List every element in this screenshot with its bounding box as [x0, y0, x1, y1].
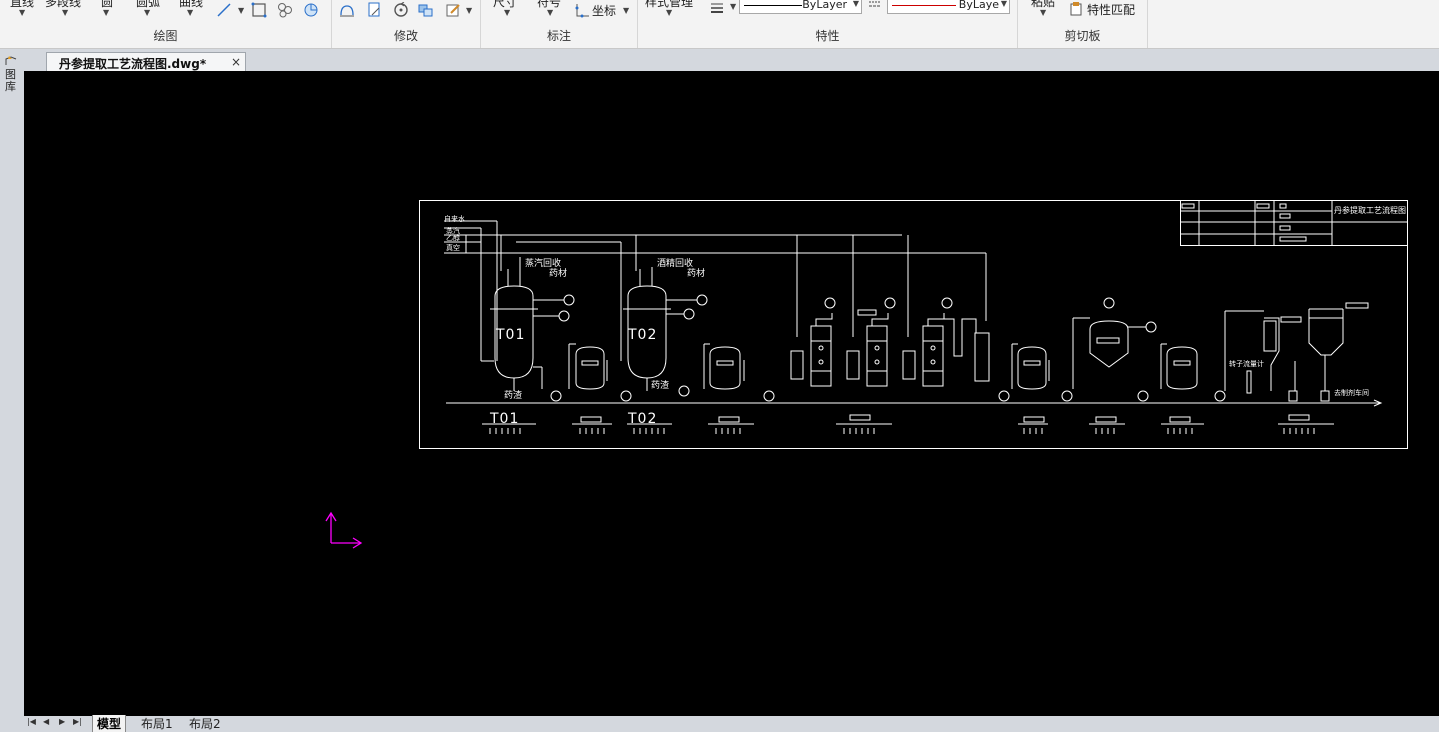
- clipboard-panel-title: 剪切板: [1064, 29, 1101, 43]
- coordinate-dropdown-icon[interactable]: ▼: [623, 6, 629, 15]
- draw-panel: 直线 ▼ 多段线 ▼ 圆 ▼ 圆弧 ▼ 曲线 ▼ ▼ 绘图: [0, 0, 332, 48]
- layout-tab-2[interactable]: 布局2: [189, 715, 221, 732]
- linetype-dropdown-icon: ▼: [852, 0, 859, 8]
- modify-panel: ▼ 修改: [332, 0, 481, 48]
- properties-panel: 样式管理 ▼ ▼ ByLayer ▼ ByLaye ▼ 特性: [638, 0, 1018, 48]
- lineweight-icon[interactable]: [709, 0, 725, 16]
- match-properties-icon[interactable]: [1068, 1, 1084, 17]
- match-properties-button[interactable]: 特性匹配: [1087, 1, 1135, 18]
- steam-recovery-label: 蒸汽回收: [525, 257, 561, 269]
- evaporator-1[interactable]: [790, 297, 836, 387]
- receiver-tank-4[interactable]: [1160, 343, 1198, 390]
- document-tab-title: 丹参提取工艺流程图.dwg*: [59, 57, 207, 71]
- modify-panel-title: 修改: [393, 29, 418, 43]
- color-select[interactable]: ByLaye ▼: [887, 0, 1010, 14]
- color-preview: [892, 5, 956, 6]
- circle-dropdown-icon[interactable]: ▼: [103, 8, 109, 17]
- receiver-tank-1[interactable]: [568, 343, 608, 390]
- ribbon: 直线 ▼ 多段线 ▼ 圆 ▼ 圆弧 ▼ 曲线 ▼ ▼ 绘图 ▼ 修改 尺寸 ▼ …: [0, 0, 1439, 49]
- herb-label-2: 药材: [687, 267, 705, 279]
- drawing: 丹参提取工艺流程图 自来水 蒸汽 乙醇 真空 T01 T02 T01 T02 蒸…: [325, 200, 1408, 549]
- properties-panel-title: 特性: [815, 29, 840, 43]
- style-manager-dropdown-icon[interactable]: ▼: [666, 8, 672, 17]
- rotate-icon[interactable]: [393, 2, 409, 18]
- side-panel: 图库: [0, 49, 24, 716]
- hatch-icon[interactable]: [277, 2, 293, 18]
- clipboard-panel: 粘贴 ▼ 特性匹配 剪切板: [1018, 0, 1148, 48]
- color-value: ByLaye: [958, 0, 999, 11]
- spray-dryer[interactable]: [1224, 302, 1369, 402]
- linetype-icon[interactable]: [867, 0, 883, 13]
- linetype-preview: [744, 5, 802, 6]
- edit-dropdown-icon[interactable]: ▼: [466, 6, 472, 15]
- foundations: [482, 414, 1334, 434]
- construction-line-dropdown-icon[interactable]: ▼: [238, 6, 244, 15]
- ucs-icon: [325, 511, 363, 549]
- receiver-tank-3[interactable]: [1011, 343, 1050, 390]
- residue-label-2: 药渣: [651, 379, 669, 391]
- drawing-canvas[interactable]: 丹参提取工艺流程图 自来水 蒸汽 乙醇 真空 T01 T02 T01 T02 蒸…: [24, 71, 1439, 716]
- utility-ethanol: 乙醇: [446, 233, 460, 242]
- line-dropdown-icon[interactable]: ▼: [19, 8, 25, 17]
- prev-layout-icon[interactable]: ◀: [43, 717, 49, 726]
- arc-dropdown-icon[interactable]: ▼: [144, 8, 150, 17]
- curve-dropdown-icon[interactable]: ▼: [187, 8, 193, 17]
- rectangle-icon[interactable]: [251, 2, 267, 18]
- coordinate-icon[interactable]: [574, 2, 590, 18]
- library-label[interactable]: 图库: [5, 69, 17, 93]
- next-layout-icon[interactable]: ▶: [59, 717, 65, 726]
- draw-panel-title: 绘图: [153, 29, 178, 43]
- title-block-title: 丹参提取工艺流程图: [1334, 205, 1406, 215]
- offset-icon[interactable]: [339, 2, 355, 18]
- evaporator-2[interactable]: [846, 297, 896, 387]
- layout-tab-bar: |◀ ◀ ▶ ▶| 模型 布局1 布局2: [0, 715, 1439, 732]
- last-layout-icon[interactable]: ▶|: [73, 717, 82, 726]
- first-layout-icon[interactable]: |◀: [27, 717, 36, 726]
- paste-dropdown-icon[interactable]: ▼: [1040, 8, 1046, 17]
- construction-line-icon[interactable]: [216, 2, 232, 18]
- library-icon[interactable]: [4, 55, 18, 69]
- polyline-dropdown-icon[interactable]: ▼: [62, 8, 68, 17]
- evaporator-3[interactable]: [902, 297, 977, 387]
- tank-t01-tag: T01: [489, 411, 519, 427]
- tank-t01-label: T01: [495, 327, 525, 343]
- layout-tab-model[interactable]: 模型: [92, 715, 127, 732]
- herb-label-1: 药材: [549, 267, 567, 279]
- condenser-tank[interactable]: [974, 332, 990, 382]
- symbol-dropdown-icon[interactable]: ▼: [547, 8, 553, 17]
- residue-label-1: 药渣: [504, 389, 522, 401]
- ethanol-recovery-label: 酒精回收: [657, 257, 693, 269]
- annotate-panel-title: 标注: [546, 29, 571, 43]
- flowmeter-label: 转子流量计: [1229, 359, 1264, 368]
- array-icon[interactable]: [418, 2, 434, 18]
- precipitation-tank[interactable]: [1072, 297, 1157, 389]
- receiver-tank-2[interactable]: [703, 343, 745, 390]
- tank-t02-label: T02: [627, 327, 657, 343]
- drawing-frame[interactable]: [419, 200, 1408, 449]
- close-icon[interactable]: ×: [231, 55, 241, 69]
- to-next-label: 去制剂车间: [1334, 388, 1369, 397]
- document-tab[interactable]: 丹参提取工艺流程图.dwg* ×: [46, 52, 246, 72]
- linetype-select[interactable]: ByLayer ▼: [739, 0, 862, 14]
- linetype-value: ByLayer: [802, 0, 847, 11]
- utility-vacuum: 真空: [446, 243, 460, 252]
- lineweight-dropdown-icon[interactable]: ▼: [730, 2, 736, 11]
- region-icon[interactable]: [303, 2, 319, 18]
- utility-water: 自来水: [444, 214, 465, 223]
- copy-object-icon[interactable]: [366, 2, 382, 18]
- dimension-dropdown-icon[interactable]: ▼: [504, 8, 510, 17]
- color-dropdown-icon: ▼: [1000, 0, 1007, 8]
- layout-tab-1[interactable]: 布局1: [141, 715, 173, 732]
- annotate-panel: 尺寸 ▼ 符号 ▼ 坐标 ▼ 标注: [481, 0, 638, 48]
- coordinate-button[interactable]: 坐标: [592, 2, 616, 19]
- edit-icon[interactable]: [445, 2, 461, 18]
- tank-t02-tag: T02: [627, 411, 657, 427]
